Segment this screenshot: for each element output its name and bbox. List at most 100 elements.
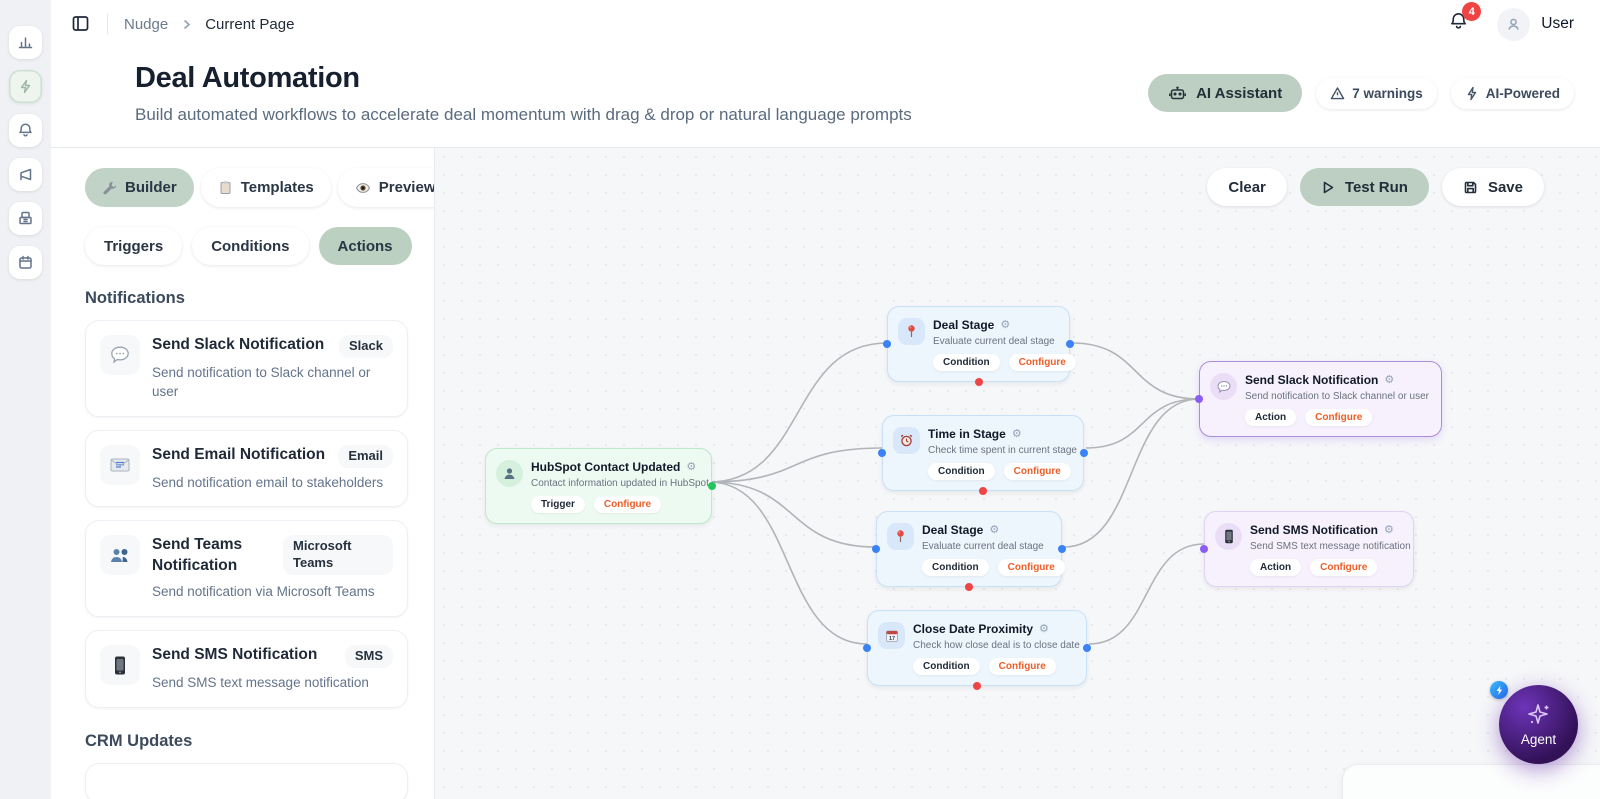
main-area: Nudge Current Page 4 User Deal Automatio… xyxy=(51,0,1600,799)
tab-builder-label: Builder xyxy=(125,179,177,196)
sparkle-icon xyxy=(1526,702,1552,728)
breadcrumb-app[interactable]: Nudge xyxy=(124,16,168,33)
input-port[interactable] xyxy=(1200,545,1208,553)
warnings-chip[interactable]: 7 warnings xyxy=(1316,78,1437,109)
gear-icon[interactable]: ⚙ xyxy=(1039,624,1049,635)
node-action-slack[interactable]: Send Slack Notification ⚙ Send notificat… xyxy=(1199,361,1442,437)
reports-icon[interactable] xyxy=(9,202,42,235)
configure-button[interactable]: Configure xyxy=(594,496,661,513)
bottom-right-panel xyxy=(1342,764,1600,799)
automation-icon[interactable] xyxy=(9,70,42,103)
node-type-filters: Triggers Conditions Actions xyxy=(85,227,408,265)
tab-preview[interactable]: Preview xyxy=(338,168,435,207)
ai-assistant-label: AI Assistant xyxy=(1196,85,1282,102)
warnings-label: 7 warnings xyxy=(1352,86,1423,101)
node-description: Evaluate current deal stage xyxy=(922,541,1051,552)
false-port[interactable] xyxy=(975,378,983,386)
tab-templates[interactable]: Templates xyxy=(201,168,331,207)
test-run-label: Test Run xyxy=(1345,179,1408,196)
node-description: Check how close deal is to close date xyxy=(913,640,1076,651)
workflow-canvas[interactable]: Clear Test Run Save xyxy=(435,148,1600,799)
content-area: Builder Templates Preview Triggers Condi… xyxy=(51,147,1600,799)
palette-item-slack[interactable]: Send Slack Notification Slack Send notif… xyxy=(85,320,408,417)
node-condition-deal-stage-2[interactable]: Deal Stage ⚙ Evaluate current deal stage… xyxy=(876,511,1062,587)
configure-button[interactable]: Configure xyxy=(1009,354,1076,371)
palette-item-partial[interactable] xyxy=(85,763,408,799)
user-avatar[interactable] xyxy=(1497,8,1530,41)
gear-icon[interactable]: ⚙ xyxy=(1384,525,1394,536)
palette-item-teams[interactable]: Send Teams Notification Microsoft Teams … xyxy=(85,520,408,617)
palette-item-email[interactable]: Send Email Notification Email Send notif… xyxy=(85,430,408,508)
node-title: Deal Stage xyxy=(933,318,994,332)
ai-assistant-button[interactable]: AI Assistant xyxy=(1148,74,1302,112)
person-icon xyxy=(496,460,523,487)
node-condition-deal-stage-1[interactable]: Deal Stage ⚙ Evaluate current deal stage… xyxy=(887,306,1070,382)
analytics-icon[interactable] xyxy=(9,26,42,59)
save-label: Save xyxy=(1488,179,1523,196)
test-run-button[interactable]: Test Run xyxy=(1300,168,1429,206)
configure-button[interactable]: Configure xyxy=(989,658,1056,675)
gear-icon[interactable]: ⚙ xyxy=(1000,320,1010,331)
palette-item-description: Send notification via Microsoft Teams xyxy=(152,583,393,602)
configure-button[interactable]: Configure xyxy=(1004,463,1071,480)
node-type-badge: Action xyxy=(1245,409,1296,426)
node-condition-close-date[interactable]: 17 Close Date Proximity ⚙ Check how clos… xyxy=(867,610,1087,686)
calendar-icon[interactable] xyxy=(9,246,42,279)
false-port[interactable] xyxy=(979,487,987,495)
section-title-crm: CRM Updates xyxy=(85,732,408,751)
input-port[interactable] xyxy=(883,340,891,348)
node-description: Send SMS text message notification xyxy=(1250,541,1403,552)
alarm-clock-icon xyxy=(893,427,920,454)
breadcrumb-page: Current Page xyxy=(205,16,294,33)
configure-button[interactable]: Configure xyxy=(1310,559,1377,576)
gear-icon[interactable]: ⚙ xyxy=(1384,375,1394,386)
input-port[interactable] xyxy=(1195,395,1203,403)
input-port[interactable] xyxy=(863,644,871,652)
node-condition-time-in-stage[interactable]: Time in Stage ⚙ Check time spent in curr… xyxy=(882,415,1084,491)
filter-conditions[interactable]: Conditions xyxy=(192,227,308,265)
user-menu[interactable]: User xyxy=(1541,15,1574,33)
notification-bell-icon[interactable]: 4 xyxy=(1448,11,1469,37)
node-description: Send notification to Slack channel or us… xyxy=(1245,391,1429,402)
tab-builder[interactable]: Builder xyxy=(85,168,194,207)
mobile-phone-icon xyxy=(100,645,140,685)
gear-icon[interactable]: ⚙ xyxy=(989,525,999,536)
filter-actions[interactable]: Actions xyxy=(319,227,412,265)
node-action-sms[interactable]: Send SMS Notification ⚙ Send SMS text me… xyxy=(1204,511,1414,587)
palette-item-title: Send Email Notification xyxy=(152,445,325,466)
email-icon xyxy=(100,445,140,485)
clear-button[interactable]: Clear xyxy=(1207,168,1287,206)
users-icon xyxy=(100,535,140,575)
false-port[interactable] xyxy=(973,682,981,690)
input-port[interactable] xyxy=(872,545,880,553)
output-port[interactable] xyxy=(1080,449,1088,457)
play-icon xyxy=(1321,180,1335,195)
section-title-notifications: Notifications xyxy=(85,289,408,308)
configure-button[interactable]: Configure xyxy=(1305,409,1372,426)
announcements-icon[interactable] xyxy=(9,158,42,191)
filter-triggers[interactable]: Triggers xyxy=(85,227,182,265)
node-title: HubSpot Contact Updated xyxy=(531,460,680,474)
output-port[interactable] xyxy=(708,482,716,490)
palette-item-description: Send notification to Slack channel or us… xyxy=(152,364,393,402)
palette-item-title: Send SMS Notification xyxy=(152,645,317,666)
gear-icon[interactable]: ⚙ xyxy=(1012,429,1022,440)
false-port[interactable] xyxy=(965,583,973,591)
node-type-badge: Condition xyxy=(922,559,989,576)
robot-icon xyxy=(1168,84,1187,103)
speech-balloon-icon xyxy=(100,335,140,375)
output-port[interactable] xyxy=(1083,644,1091,652)
output-port[interactable] xyxy=(1058,545,1066,553)
agent-button[interactable]: Agent xyxy=(1499,685,1578,764)
output-port[interactable] xyxy=(1066,340,1074,348)
input-port[interactable] xyxy=(878,449,886,457)
notifications-icon[interactable] xyxy=(9,114,42,147)
sidebar-toggle-icon[interactable] xyxy=(71,14,91,34)
node-trigger-hubspot[interactable]: HubSpot Contact Updated ⚙ Contact inform… xyxy=(485,448,712,524)
save-button[interactable]: Save xyxy=(1442,168,1544,206)
palette-item-badge: Microsoft Teams xyxy=(283,535,393,575)
palette-item-badge: Slack xyxy=(339,335,393,358)
configure-button[interactable]: Configure xyxy=(998,559,1065,576)
gear-icon[interactable]: ⚙ xyxy=(686,462,696,473)
palette-item-sms[interactable]: Send SMS Notification SMS Send SMS text … xyxy=(85,630,408,708)
